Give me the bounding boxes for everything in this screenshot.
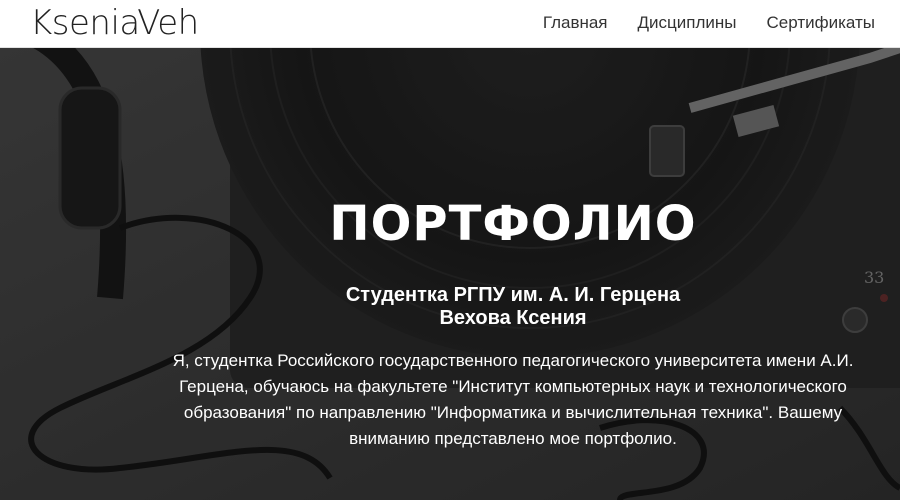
site-logo[interactable]: KseniaVeh — [30, 0, 199, 46]
nav-item-disciplines[interactable]: Дисциплины — [638, 13, 737, 33]
hero-title: ПОРТФОЛИО — [329, 196, 697, 252]
hero-section: 33 ПОРТФОЛИО Студентка РГПУ им. А. И. Ге… — [0, 48, 900, 500]
site-header: KseniaVeh Главная Дисциплины Сертификаты — [0, 0, 900, 48]
nav-item-home[interactable]: Главная — [543, 13, 608, 33]
hero-subtitle-line-2: Вехова Ксения — [439, 307, 587, 329]
hero-subtitle: Студентка РГПУ им. А. И. Герцена Вехова … — [0, 284, 900, 330]
hero-subtitle-line-1: Студентка РГПУ им. А. И. Герцена — [345, 284, 681, 306]
main-nav: Главная Дисциплины Сертификаты — [543, 0, 875, 46]
hero-description: Я, студентка Российского государственног… — [172, 351, 854, 448]
nav-item-certificates[interactable]: Сертификаты — [767, 13, 875, 33]
